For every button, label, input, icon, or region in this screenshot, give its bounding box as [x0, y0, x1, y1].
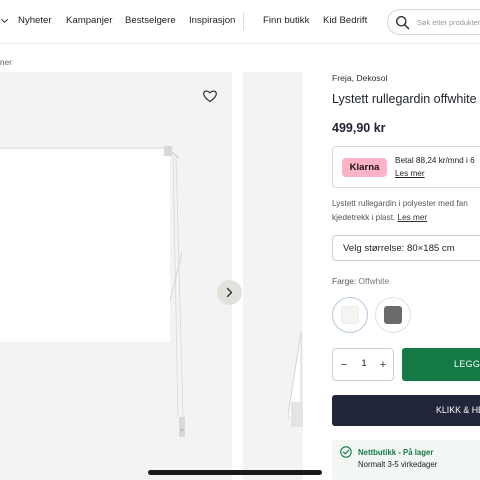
chevron-right-icon	[226, 287, 233, 298]
nav-item-inspirasjon[interactable]: Inspirasjon	[189, 15, 235, 26]
search-input[interactable]	[417, 14, 480, 30]
click-collect-button[interactable]: KLIKK & HE	[332, 395, 480, 426]
nav-item-bestselgere[interactable]: Bestselgere	[125, 15, 176, 26]
product-image-main[interactable]	[0, 72, 232, 480]
quantity-value[interactable]: 1	[355, 358, 373, 369]
breadcrumb[interactable]: iner	[0, 57, 12, 67]
size-select-label: Velg størrelse: 80×185 cm	[343, 243, 455, 254]
roller-blind-image	[0, 146, 185, 437]
product-image-secondary[interactable]	[243, 72, 303, 480]
click-collect-label: KLIKK & HE	[436, 405, 480, 415]
swatch-color-grey	[384, 306, 402, 324]
product-brand[interactable]: Freja, Dekosol	[332, 73, 387, 83]
nav-divider	[243, 12, 244, 30]
nav-item-finn-butikk[interactable]: Finn butikk	[263, 15, 309, 26]
quantity-increase-button[interactable]: +	[376, 357, 390, 373]
search-icon[interactable]	[395, 15, 410, 30]
description-read-more-link[interactable]: Les mer	[398, 213, 428, 222]
product-description-line2: kjedetrekk i plast. Les mer	[332, 213, 427, 222]
stock-status: Nettbutikk - På lager	[358, 448, 434, 457]
check-circle-icon	[340, 446, 352, 458]
color-swatch-offwhite[interactable]	[332, 297, 368, 333]
swatch-color-offwhite	[341, 306, 359, 324]
product-price: 499,90 kr	[332, 121, 386, 135]
gallery-next-button[interactable]	[217, 280, 242, 305]
nav-item-kampanjer[interactable]: Kampanjer	[66, 15, 112, 26]
quantity-stepper: − 1 +	[332, 348, 394, 381]
color-swatch-grey[interactable]	[375, 297, 411, 333]
color-label: Farge: Offwhite	[332, 276, 389, 286]
quantity-decrease-button[interactable]: −	[337, 357, 351, 373]
product-description: Lystett rullegardin i polyester med fan	[332, 199, 468, 208]
color-label-text: Farge:	[332, 276, 357, 286]
home-indicator[interactable]	[148, 470, 322, 475]
nav-item-nyheter[interactable]: Nyheter	[18, 15, 52, 26]
favorite-heart-icon[interactable]	[202, 88, 218, 104]
product-title: Lystett rullegardin offwhite	[332, 92, 477, 106]
size-select[interactable]: Velg størrelse: 80×185 cm	[332, 235, 480, 261]
delivery-time: Normalt 3-5 virkedager	[358, 460, 438, 469]
klarna-installment-text: Betal 88,24 kr/mnd i 6	[395, 156, 475, 165]
klarna-logo: Klarna	[342, 158, 387, 177]
add-to-cart-label: LEGG	[454, 359, 480, 369]
add-to-cart-button[interactable]: LEGG	[402, 348, 480, 381]
top-navigation: Nyheter Kampanjer Bestselgere Inspirasjo…	[0, 0, 480, 44]
stock-status-box: Nettbutikk - På lager Normalt 3-5 virked…	[332, 440, 480, 480]
search-box[interactable]	[387, 9, 480, 35]
roller-blind-detail-image	[287, 331, 303, 427]
chevron-down-icon[interactable]	[0, 15, 9, 24]
color-value: Offwhite	[358, 276, 390, 286]
klarna-read-more-link[interactable]: Les mer	[395, 169, 425, 178]
nav-item-kid-bedrift[interactable]: Kid Bedrift	[323, 15, 367, 26]
product-description-text: kjedetrekk i plast.	[332, 213, 396, 222]
klarna-payment-box: Klarna Betal 88,24 kr/mnd i 6 Les mer	[332, 146, 480, 188]
